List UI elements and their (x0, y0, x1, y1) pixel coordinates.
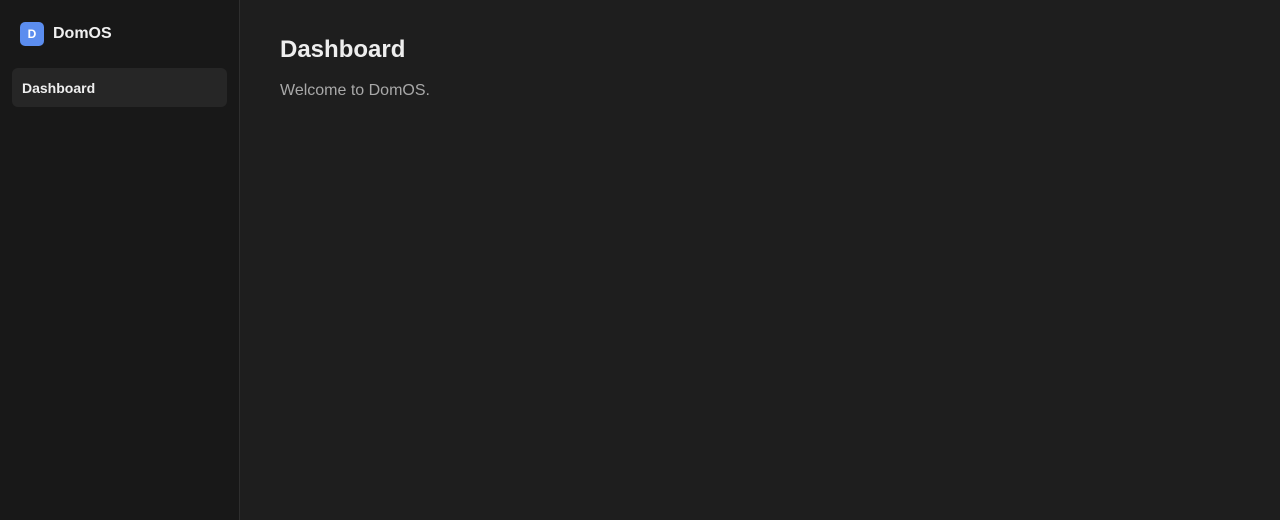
brand-name: DomOS (53, 25, 112, 42)
sidebar-nav: Dashboard (12, 68, 227, 107)
page-title: Dashboard (280, 36, 406, 63)
sidebar-item-dashboard[interactable]: Dashboard (12, 68, 227, 107)
sidebar-item-label: Dashboard (22, 79, 96, 96)
app-window: D DomOS Dashboard Dashboard Welcome to D… (0, 0, 1280, 520)
main-content: Dashboard Welcome to DomOS. (240, 0, 1280, 520)
brand[interactable]: D DomOS (12, 22, 227, 46)
brand-logo-icon: D (20, 22, 44, 46)
sidebar: D DomOS Dashboard (0, 0, 240, 520)
welcome-message: Welcome to DomOS. (280, 82, 430, 99)
